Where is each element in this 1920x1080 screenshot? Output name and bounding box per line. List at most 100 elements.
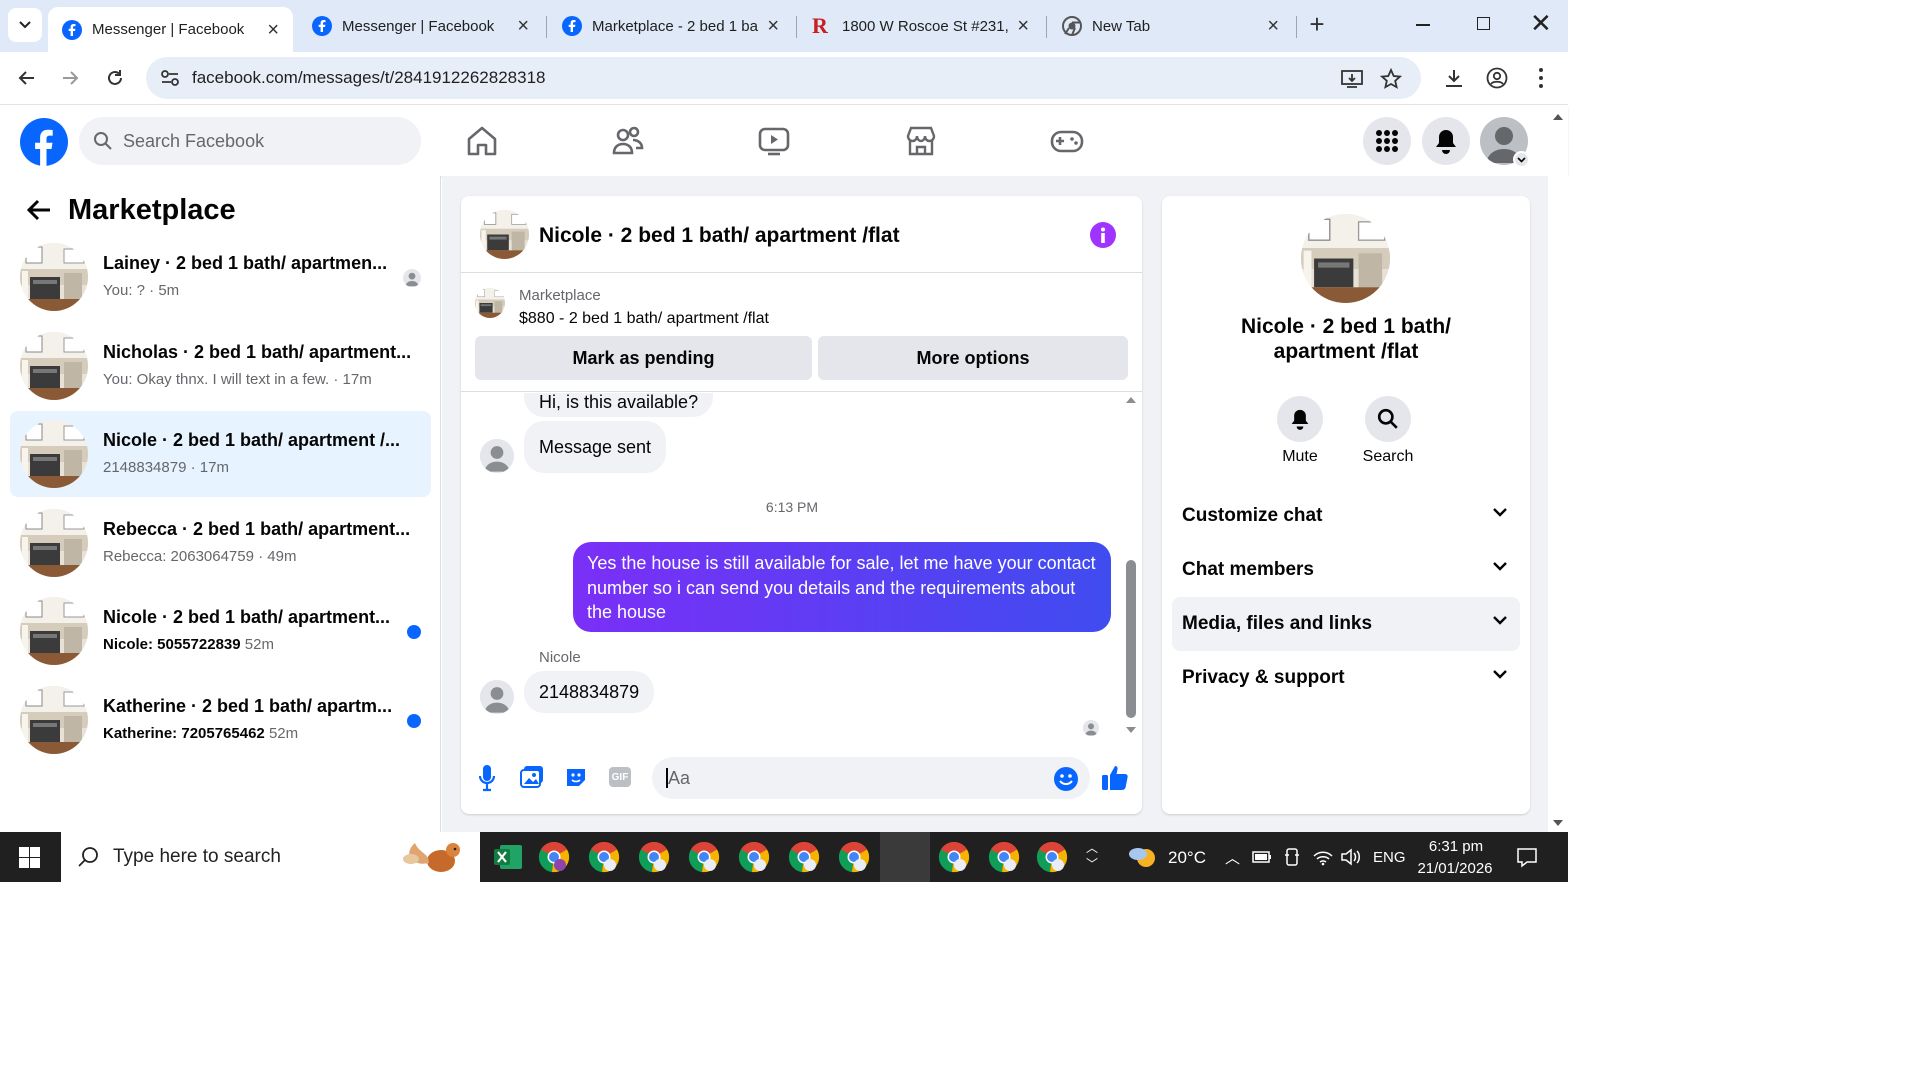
minimize-window-button[interactable] <box>1416 24 1430 26</box>
forward-button[interactable] <box>57 65 83 91</box>
wifi-icon[interactable] <box>1312 848 1334 866</box>
message-bubble-partial[interactable]: Hi, is this available? <box>524 393 714 417</box>
notifications-button[interactable] <box>1422 117 1470 165</box>
notification-center-icon[interactable] <box>1516 846 1538 868</box>
chat-avatar[interactable] <box>480 210 529 259</box>
mark-as-pending-button[interactable]: Mark as pending <box>475 336 812 380</box>
chat-members-section[interactable]: Chat members <box>1172 543 1520 597</box>
search-in-conversation-button[interactable] <box>1365 396 1411 442</box>
home-icon[interactable] <box>465 124 499 158</box>
incoming-message-bubble[interactable]: 2148834879 <box>524 671 655 713</box>
chrome-taskbar-icon[interactable] <box>588 841 620 873</box>
tab-search-button[interactable] <box>8 8 42 42</box>
back-button[interactable] <box>14 65 40 91</box>
tab-marketplace[interactable]: Marketplace - 2 bed 1 ba × <box>548 7 793 45</box>
conversation-item[interactable]: Lainey · 2 bed 1 bath/ apartmen... You: ?… <box>10 234 431 320</box>
conversation-item[interactable]: Rebecca · 2 bed 1 bath/ apartment... Rebe… <box>10 500 431 586</box>
chrome-taskbar-icon[interactable] <box>988 841 1020 873</box>
chrome-taskbar-icon[interactable] <box>738 841 770 873</box>
weather-temperature[interactable]: 20°C <box>1168 848 1206 868</box>
conversation-item[interactable]: Nicole · 2 bed 1 bath/ apartment /... 214… <box>10 411 431 497</box>
tab-new-tab[interactable]: New Tab × <box>1048 7 1293 45</box>
excel-icon[interactable] <box>492 841 524 873</box>
volume-icon[interactable] <box>1340 848 1362 866</box>
privacy-support-section[interactable]: Privacy & support <box>1172 651 1520 705</box>
search-facebook-input[interactable]: Search Facebook <box>79 117 421 165</box>
chrome-taskbar-icon[interactable] <box>838 841 870 873</box>
page-scrollbar[interactable] <box>1548 106 1568 832</box>
customize-chat-section[interactable]: Customize chat <box>1172 489 1520 543</box>
mute-button[interactable] <box>1277 396 1323 442</box>
show-hidden-icons[interactable]: ︿ <box>1225 847 1240 868</box>
tab-messenger[interactable]: Messenger | Facebook × <box>298 7 543 45</box>
media-files-links-section[interactable]: Media, files and links <box>1172 597 1520 651</box>
show-more-apps-icon[interactable]: ︿ ﹀ <box>1086 840 1098 872</box>
photo-icon[interactable] <box>520 765 544 789</box>
message-bubble-system[interactable]: Message sent <box>524 421 667 473</box>
gif-icon[interactable]: GIF <box>609 767 631 787</box>
install-app-icon[interactable] <box>1341 69 1363 89</box>
weather-partly-sunny-icon[interactable] <box>1126 844 1160 872</box>
marketplace-icon[interactable] <box>904 124 938 158</box>
scroll-down-arrow-icon[interactable] <box>1553 820 1563 826</box>
friends-icon[interactable] <box>611 124 645 158</box>
menu-button[interactable] <box>1363 117 1411 165</box>
thumbs-up-icon[interactable] <box>1101 763 1129 791</box>
tab-redfin[interactable]: R 1800 W Roscoe St #231, ( × <box>798 7 1043 45</box>
chrome-taskbar-icon[interactable] <box>538 841 570 873</box>
back-arrow-icon[interactable] <box>26 198 52 222</box>
windows-start-icon[interactable] <box>19 847 40 868</box>
language-indicator[interactable]: ENG <box>1373 849 1406 866</box>
browser-menu-button[interactable] <box>1528 65 1554 91</box>
close-tab-icon[interactable]: × <box>767 16 779 36</box>
listing-thumbnail[interactable] <box>475 288 505 318</box>
close-tab-icon[interactable]: × <box>517 16 529 36</box>
restore-window-button[interactable] <box>1477 17 1490 30</box>
message-input[interactable]: Aa <box>652 757 1090 799</box>
profile-button[interactable] <box>1484 65 1510 91</box>
scroll-thumb[interactable] <box>1126 560 1136 718</box>
more-options-button[interactable]: More options <box>818 336 1128 380</box>
conversation-info-button[interactable] <box>1090 222 1116 248</box>
site-settings-icon[interactable] <box>160 69 180 87</box>
gaming-icon[interactable] <box>1050 124 1084 158</box>
reload-button[interactable] <box>102 65 128 91</box>
scroll-up-arrow-icon[interactable] <box>1126 397 1136 403</box>
chrome-taskbar-icon[interactable] <box>638 841 670 873</box>
conversation-item[interactable]: Katherine · 2 bed 1 bath/ apartm... Kathe… <box>10 677 431 763</box>
close-window-button[interactable]: ✕ <box>1530 10 1552 36</box>
chat-scrollbar[interactable] <box>1124 395 1138 741</box>
chrome-taskbar-icon[interactable] <box>938 841 970 873</box>
listing-title[interactable]: $880 - 2 bed 1 bath/ apartment /flat <box>519 310 769 328</box>
scroll-up-arrow-icon[interactable] <box>1553 114 1563 120</box>
address-bar[interactable]: facebook.com/messages/t/2841912262828318 <box>146 57 1421 99</box>
scroll-down-arrow-icon[interactable] <box>1126 727 1136 733</box>
video-icon[interactable] <box>757 124 791 158</box>
facebook-logo-icon[interactable] <box>19 117 69 167</box>
downloads-button[interactable] <box>1441 65 1467 91</box>
sticker-icon[interactable] <box>564 765 588 789</box>
details-avatar[interactable] <box>1301 214 1390 303</box>
close-tab-icon[interactable]: × <box>1017 16 1029 36</box>
tab-messenger-active[interactable]: Messenger | Facebook × <box>48 7 293 52</box>
close-tab-icon[interactable]: × <box>1267 16 1279 36</box>
new-tab-button[interactable]: + <box>1304 11 1330 38</box>
taskbar-search-box[interactable]: Type here to search <box>61 832 480 882</box>
emoji-icon[interactable] <box>1053 766 1079 792</box>
clock-date[interactable]: 21/01/2026 <box>1410 860 1500 877</box>
chrome-taskbar-icon[interactable] <box>788 841 820 873</box>
chat-title[interactable]: Nicole · 2 bed 1 bath/ apartment /flat <box>539 224 900 248</box>
account-chevron-icon[interactable] <box>1513 151 1530 168</box>
conversation-item[interactable]: Nicole · 2 bed 1 bath/ apartment... Nicol… <box>10 588 431 674</box>
microphone-icon[interactable] <box>478 764 496 792</box>
device-icon[interactable] <box>1284 848 1300 866</box>
chrome-taskbar-icon[interactable] <box>688 841 720 873</box>
panel-title: Marketplace <box>68 194 236 226</box>
battery-icon[interactable] <box>1252 849 1272 865</box>
chrome-taskbar-icon[interactable] <box>1036 841 1068 873</box>
bookmark-star-icon[interactable] <box>1380 68 1402 90</box>
close-tab-icon[interactable]: × <box>267 20 279 40</box>
outgoing-message-bubble[interactable]: Yes the house is still available for sal… <box>573 542 1111 632</box>
clock-time[interactable]: 6:31 pm <box>1428 838 1484 855</box>
conversation-item[interactable]: Nicholas · 2 bed 1 bath/ apartment... You… <box>10 323 431 409</box>
